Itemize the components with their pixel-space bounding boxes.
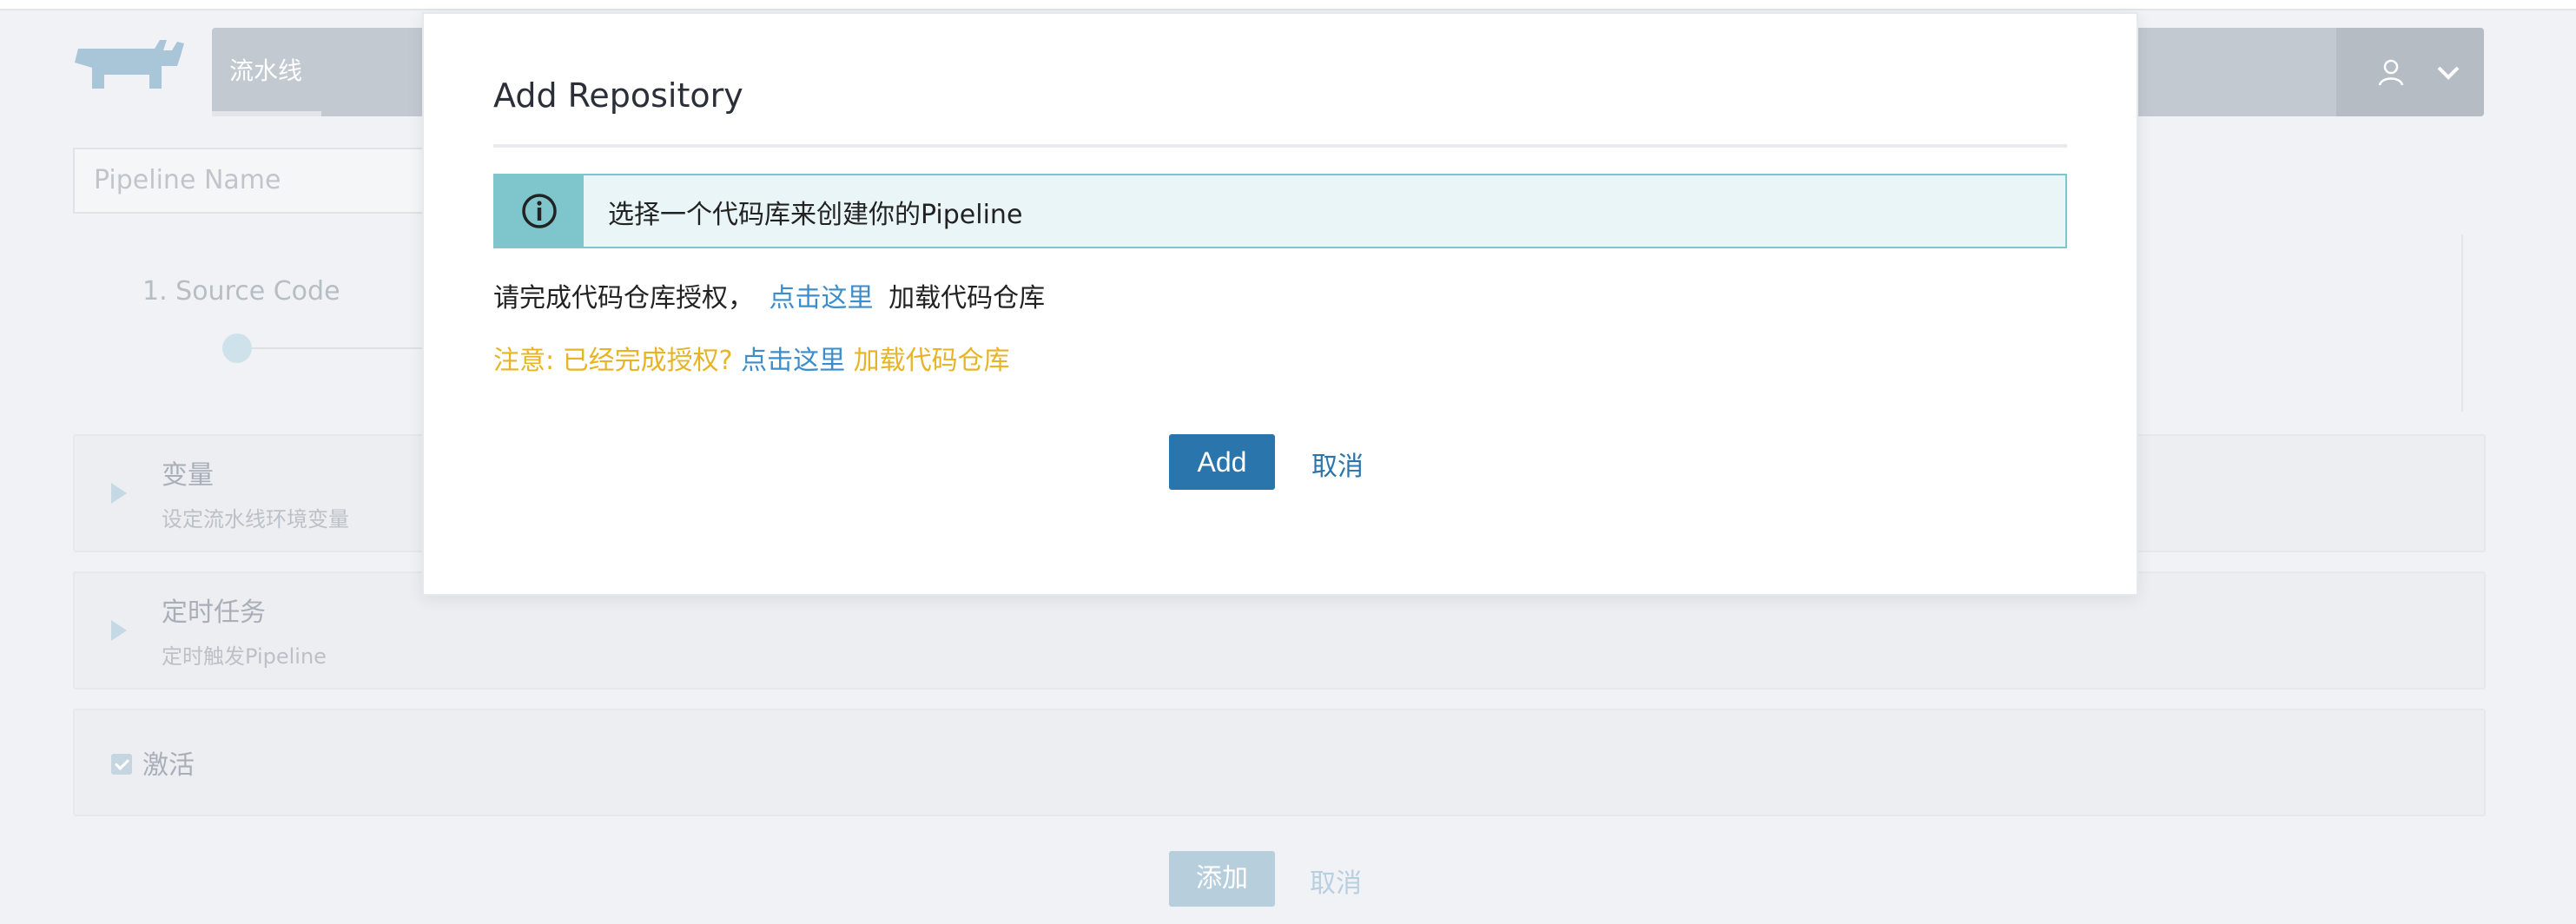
add-repository-button[interactable]: Add <box>1169 434 1275 490</box>
auth-suffix: 加载代码仓库 <box>888 283 1046 314</box>
active-section: 激活 <box>73 709 2486 816</box>
steps-panel-border <box>2461 234 2463 412</box>
top-border <box>0 0 2576 10</box>
variables-description: 设定流水线环境变量 <box>162 507 349 531</box>
note-click-here-link[interactable]: 点击这里 <box>741 346 845 376</box>
note-prefix: 注意: 已经完成授权? <box>493 346 733 376</box>
rancher-logo-icon <box>75 40 184 89</box>
add-pipeline-button[interactable]: 添加 <box>1169 851 1275 907</box>
active-checkbox[interactable] <box>111 754 132 775</box>
step-source-code-dot[interactable] <box>222 333 252 363</box>
info-icon <box>522 194 557 228</box>
info-text: 选择一个代码库来创建你的Pipeline <box>608 200 1023 230</box>
nav-tab-active-indicator <box>212 111 321 116</box>
add-repository-modal: Add Repository 选择一个代码库来创建你的Pipeline 请完成代… <box>422 12 2138 596</box>
user-menu[interactable] <box>2336 28 2484 116</box>
expand-arrow-icon[interactable] <box>111 483 127 504</box>
nav-tab-pipeline[interactable]: 流水线 <box>229 52 302 87</box>
auth-note: 注意: 已经完成授权? 点击这里 加载代码仓库 <box>493 339 1010 377</box>
cron-description: 定时触发Pipeline <box>162 644 327 669</box>
cron-title: 定时任务 <box>162 597 266 628</box>
cancel-pipeline-button[interactable]: 取消 <box>1310 861 1362 900</box>
user-icon[interactable] <box>2376 57 2406 87</box>
info-icon-box <box>495 175 584 247</box>
modal-divider <box>493 144 2067 148</box>
auth-instruction: 请完成代码仓库授权， 点击这里 加载代码仓库 <box>493 276 1045 314</box>
active-label: 激活 <box>142 750 195 781</box>
step-source-code-label[interactable]: 1. Source Code <box>142 276 340 307</box>
info-banner: 选择一个代码库来创建你的Pipeline <box>493 174 2067 248</box>
variables-title: 变量 <box>162 460 214 491</box>
expand-arrow-icon[interactable] <box>111 620 127 641</box>
chevron-down-icon[interactable] <box>2435 59 2461 85</box>
modal-cancel-button[interactable]: 取消 <box>1311 445 1364 483</box>
auth-click-here-link[interactable]: 点击这里 <box>769 283 874 314</box>
note-suffix: 加载代码仓库 <box>853 346 1010 376</box>
auth-prefix: 请完成代码仓库授权， <box>493 283 754 314</box>
modal-title: Add Repository <box>493 76 743 115</box>
